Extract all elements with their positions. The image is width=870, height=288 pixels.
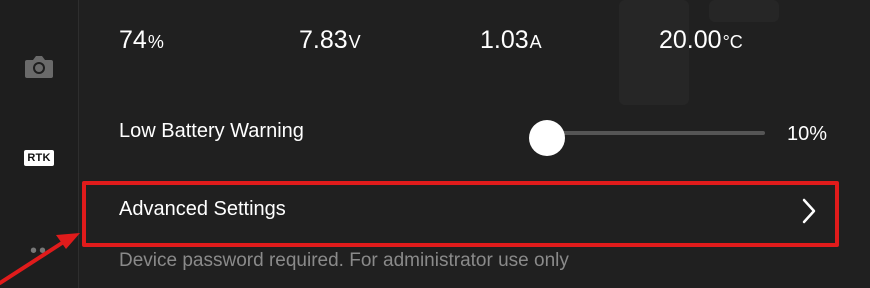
temperature-unit: °C <box>722 32 743 52</box>
voltage-stat: 7.83V <box>299 26 361 55</box>
battery-percent-value: 74 <box>119 26 147 54</box>
highlight-box <box>82 181 839 247</box>
battery-panel: 74% 7.83V 1.03A 20.00°C Low Battery Warn… <box>79 0 870 288</box>
battery-percent-stat: 74% <box>119 26 164 55</box>
background-shape <box>709 0 779 22</box>
low-battery-warning-row: Low Battery Warning 10% <box>119 120 827 156</box>
camera-icon[interactable] <box>0 52 78 80</box>
battery-stats: 74% 7.83V 1.03A 20.00°C <box>79 26 870 58</box>
low-battery-slider-thumb[interactable] <box>529 120 565 156</box>
battery-percent-unit: % <box>147 32 164 52</box>
low-battery-warning-value: 10% <box>786 123 827 145</box>
voltage-value: 7.83 <box>299 26 348 54</box>
arrow-annotation-icon <box>0 233 80 285</box>
admin-footnote: Device password required. For administra… <box>119 250 569 271</box>
low-battery-warning-label: Low Battery Warning <box>119 120 304 142</box>
temperature-stat: 20.00°C <box>659 26 743 55</box>
rtk-label: RTK <box>24 150 54 166</box>
low-battery-slider[interactable] <box>529 120 765 156</box>
voltage-unit: V <box>348 32 361 52</box>
rtk-icon[interactable]: RTK <box>0 150 78 166</box>
current-stat: 1.03A <box>480 26 542 55</box>
current-value: 1.03 <box>480 26 529 54</box>
current-unit: A <box>529 32 542 52</box>
temperature-value: 20.00 <box>659 26 722 54</box>
